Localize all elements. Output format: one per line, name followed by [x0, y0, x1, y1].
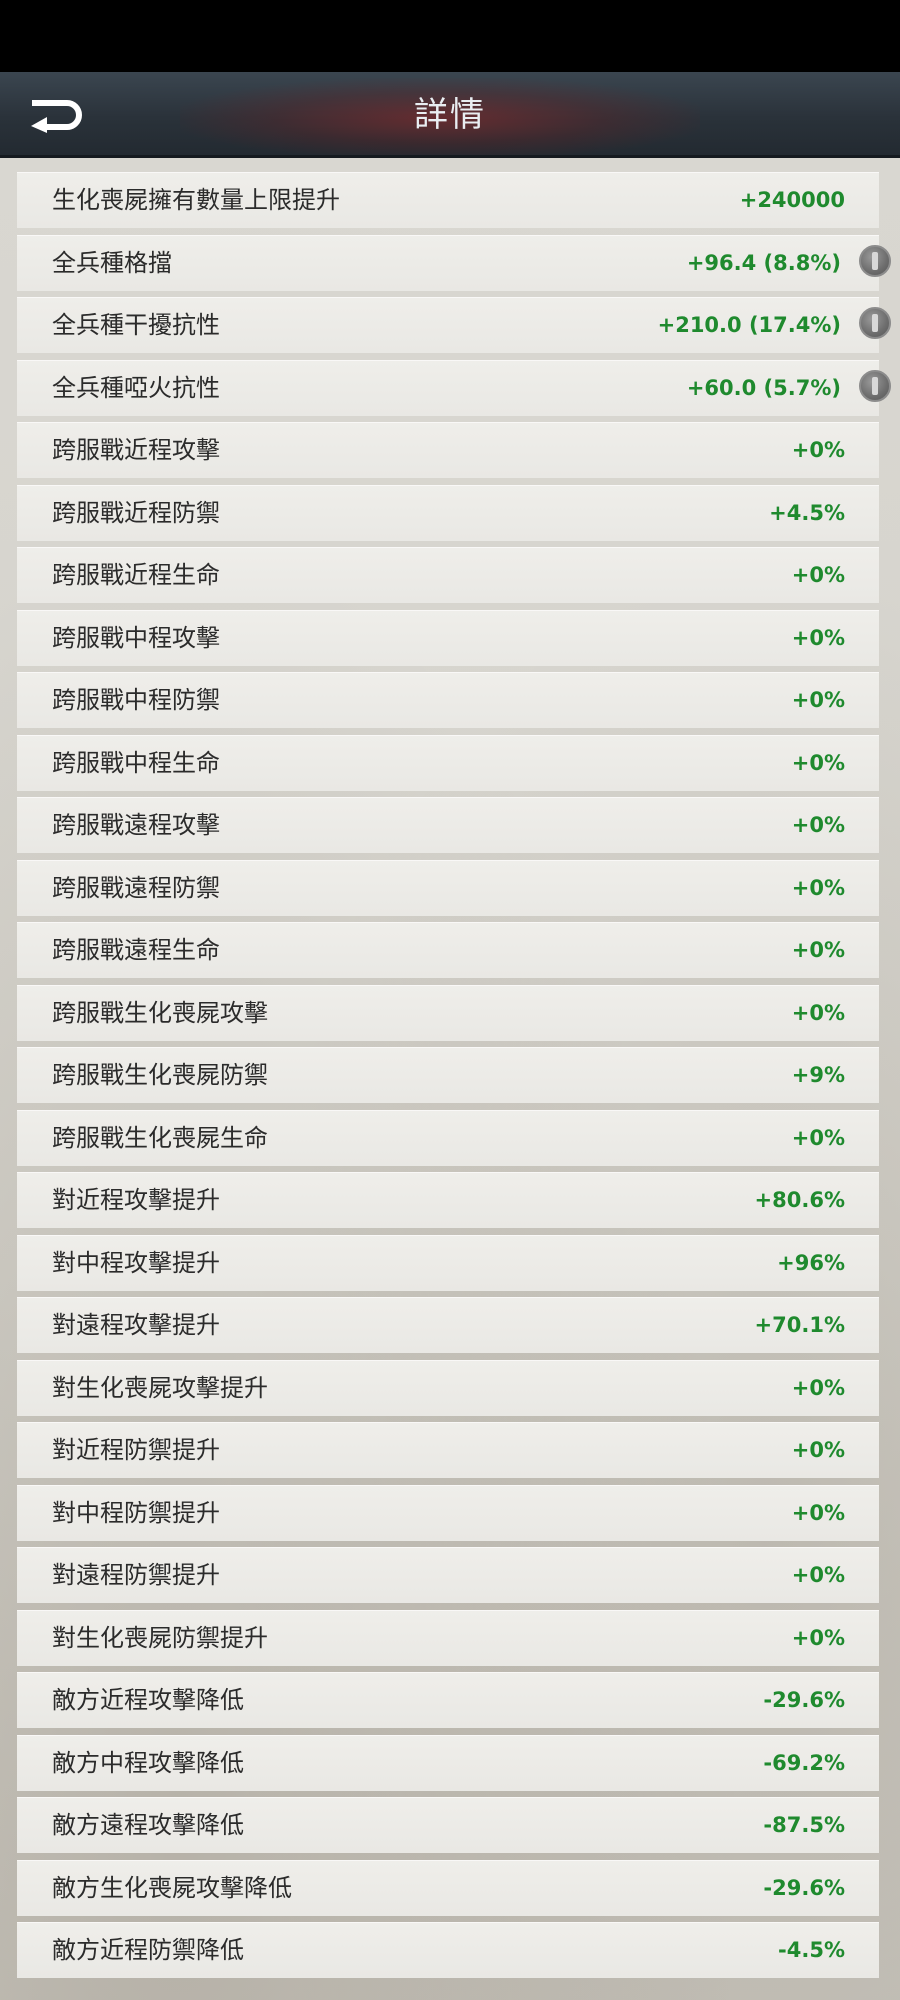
- stat-label: 跨服戰生化喪屍生命: [52, 1123, 268, 1152]
- list-item: 跨服戰中程攻擊 +0%: [17, 609, 879, 666]
- stat-label: 敵方生化喪屍攻擊降低: [52, 1873, 292, 1902]
- list-item: 全兵種啞火抗性 +60.0 (5.7%): [17, 359, 891, 416]
- list-item: 敵方中程攻擊降低 -69.2%: [17, 1734, 879, 1791]
- list-item: 對生化喪屍攻擊提升 +0%: [17, 1359, 879, 1416]
- list-item: 跨服戰遠程生命 +0%: [17, 922, 879, 978]
- stat-value: +80.6%: [754, 1188, 845, 1212]
- stat-value: +0%: [791, 1438, 845, 1462]
- stat-value: -4.5%: [778, 1938, 845, 1962]
- header-bar: 詳情: [0, 72, 900, 158]
- list-item: 對近程攻擊提升 +80.6%: [17, 1172, 879, 1228]
- stat-value: +240000: [739, 188, 845, 212]
- stat-value: +0%: [791, 750, 845, 775]
- stat-value: +0%: [791, 1375, 845, 1400]
- stat-value: +0%: [791, 688, 845, 712]
- stat-value: +0%: [791, 1000, 845, 1025]
- page-title: 詳情: [414, 95, 486, 135]
- list-item: 跨服戰近程防禦 +4.5%: [17, 484, 879, 541]
- stat-value: +96.4 (8.8%): [686, 250, 841, 275]
- list-item: 對遠程防禦提升 +0%: [17, 1547, 879, 1603]
- stat-label: 生化喪屍擁有數量上限提升: [52, 186, 340, 214]
- list-item: 敵方近程攻擊降低 -29.6%: [17, 1672, 879, 1728]
- list-item: 敵方近程防禦降低 -4.5%: [17, 1922, 879, 1978]
- stat-value: +96%: [777, 1250, 845, 1275]
- stat-label: 敵方近程防禦降低: [52, 1936, 244, 1964]
- list-item: 跨服戰生化喪屍攻擊 +0%: [17, 984, 879, 1041]
- stat-label: 對遠程攻擊提升: [52, 1311, 220, 1339]
- stat-label: 對生化喪屍攻擊提升: [52, 1373, 268, 1402]
- stat-value: +9%: [791, 1063, 845, 1087]
- list-item: 全兵種干擾抗性 +210.0 (17.4%): [17, 297, 891, 353]
- stat-value: +0%: [791, 438, 845, 462]
- stat-value: +0%: [791, 1563, 845, 1587]
- list-item: 跨服戰遠程攻擊 +0%: [17, 797, 879, 853]
- stat-value: +0%: [791, 813, 845, 837]
- stat-label: 全兵種干擾抗性: [52, 311, 220, 339]
- list-item: 對中程攻擊提升 +96%: [17, 1234, 879, 1291]
- stat-value: +0%: [791, 563, 845, 587]
- list-item: 跨服戰中程生命 +0%: [17, 734, 879, 791]
- stat-label: 全兵種啞火抗性: [52, 373, 220, 402]
- info-icon[interactable]: [859, 307, 891, 339]
- stat-label: 跨服戰近程攻擊: [52, 436, 220, 464]
- stat-value: +0%: [791, 1500, 845, 1525]
- stat-label: 跨服戰生化喪屍攻擊: [52, 998, 268, 1027]
- info-icon[interactable]: [859, 369, 891, 402]
- stat-label: 對近程攻擊提升: [52, 1186, 220, 1214]
- list-item: 敵方遠程攻擊降低 -87.5%: [17, 1797, 879, 1853]
- stat-value: +0%: [791, 1125, 845, 1150]
- stat-label: 跨服戰中程攻擊: [52, 623, 220, 652]
- stat-label: 對近程防禦提升: [52, 1436, 220, 1464]
- stat-value: +0%: [791, 938, 845, 962]
- stat-label: 全兵種格擋: [52, 248, 172, 277]
- stat-label: 對中程攻擊提升: [52, 1248, 220, 1277]
- stat-value: +0%: [791, 625, 845, 650]
- stat-value: +210.0 (17.4%): [657, 313, 841, 337]
- stat-value: +0%: [791, 875, 845, 900]
- info-icon-bar: [872, 251, 878, 270]
- list-item: 全兵種格擋 +96.4 (8.8%): [17, 234, 891, 291]
- stat-label: 跨服戰近程防禦: [52, 498, 220, 527]
- stat-value: -69.2%: [763, 1750, 845, 1775]
- details-list[interactable]: 生化喪屍擁有數量上限提升 +240000 全兵種格擋 +96.4 (8.8%) 全兵種干…: [0, 158, 900, 2000]
- stat-value: -87.5%: [763, 1813, 845, 1837]
- stat-value: -29.6%: [763, 1875, 845, 1900]
- list-item: 跨服戰近程攻擊 +0%: [17, 422, 879, 478]
- stat-label: 敵方近程攻擊降低: [52, 1686, 244, 1714]
- stat-label: 對中程防禦提升: [52, 1498, 220, 1527]
- list-item: 對遠程攻擊提升 +70.1%: [17, 1297, 879, 1353]
- list-item: 敵方生化喪屍攻擊降低 -29.6%: [17, 1859, 879, 1916]
- stat-label: 跨服戰近程生命: [52, 561, 220, 589]
- stat-label: 對遠程防禦提升: [52, 1561, 220, 1589]
- list-item: 對中程防禦提升 +0%: [17, 1484, 879, 1541]
- stat-label: 敵方中程攻擊降低: [52, 1748, 244, 1777]
- stat-value: +4.5%: [769, 500, 845, 525]
- info-icon-bar: [872, 376, 878, 395]
- stat-label: 跨服戰中程生命: [52, 748, 220, 777]
- list-item: 跨服戰生化喪屍生命 +0%: [17, 1109, 879, 1166]
- list-item: 跨服戰中程防禦 +0%: [17, 672, 879, 728]
- list-item: 對近程防禦提升 +0%: [17, 1422, 879, 1478]
- stat-value: +60.0 (5.7%): [686, 375, 841, 400]
- list-item: 跨服戰遠程防禦 +0%: [17, 859, 879, 916]
- stat-label: 跨服戰中程防禦: [52, 686, 220, 714]
- stat-label: 跨服戰遠程攻擊: [52, 811, 220, 839]
- stat-label: 對生化喪屍防禦提升: [52, 1623, 268, 1652]
- stat-value: -29.6%: [763, 1688, 845, 1712]
- list-item: 對生化喪屍防禦提升 +0%: [17, 1609, 879, 1666]
- info-icon-bar: [872, 314, 878, 332]
- list-item: 跨服戰近程生命 +0%: [17, 547, 879, 603]
- stat-label: 跨服戰生化喪屍防禦: [52, 1061, 268, 1089]
- info-icon[interactable]: [859, 244, 891, 277]
- stat-value: +70.1%: [754, 1313, 845, 1337]
- stat-value: +0%: [791, 1625, 845, 1650]
- stat-label: 跨服戰遠程生命: [52, 936, 220, 964]
- stat-label: 跨服戰遠程防禦: [52, 873, 220, 902]
- list-item: 生化喪屍擁有數量上限提升 +240000: [17, 172, 879, 228]
- list-item: 跨服戰生化喪屍防禦 +9%: [17, 1047, 879, 1103]
- stat-label: 敵方遠程攻擊降低: [52, 1811, 244, 1839]
- status-bar: [0, 0, 900, 72]
